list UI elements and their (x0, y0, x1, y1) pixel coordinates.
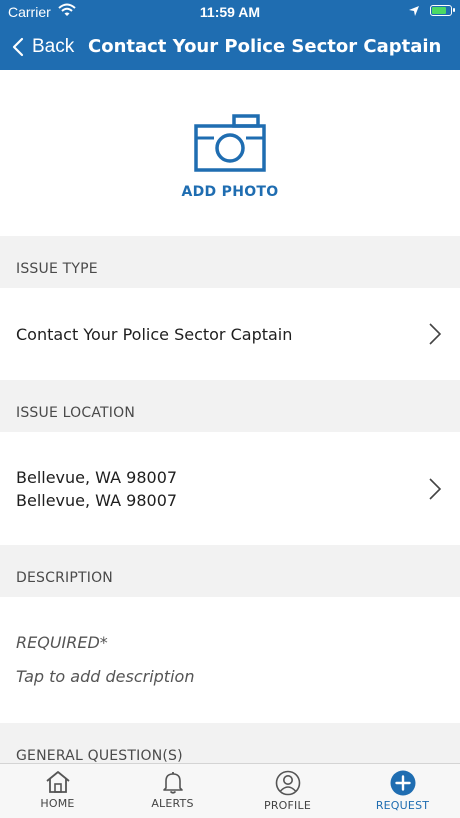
location-line-2: Bellevue, WA 98007 (16, 490, 178, 510)
tab-home-label: HOME (40, 797, 75, 810)
issue-type-header: ISSUE TYPE (0, 236, 460, 288)
tab-profile[interactable]: PROFILE (230, 764, 345, 818)
battery-icon (430, 5, 455, 16)
description-placeholder: Tap to add description (16, 667, 195, 686)
bell-icon (162, 772, 183, 794)
photo-area: ADD PHOTO (0, 70, 460, 236)
back-label: Back (32, 36, 75, 57)
general-questions-header: GENERAL QUESTION(S) (0, 723, 460, 764)
issue-location-header: ISSUE LOCATION (0, 380, 460, 432)
tab-profile-label: PROFILE (264, 799, 311, 812)
chevron-right-icon (429, 477, 442, 500)
camera-icon (194, 114, 266, 172)
issue-location-row[interactable]: Bellevue, WA 98007 Bellevue, WA 98007 (0, 432, 460, 545)
user-icon (275, 770, 300, 796)
tab-home[interactable]: HOME (0, 764, 115, 818)
chevron-left-icon (12, 37, 24, 57)
issue-type-value: Contact Your Police Sector Captain (16, 324, 293, 344)
nav-bar: Back Contact Your Police Sector Captain (0, 24, 460, 70)
tab-request[interactable]: REQUEST (345, 764, 460, 818)
form-content[interactable]: ADD PHOTO ISSUE TYPE Contact Your Police… (0, 70, 460, 764)
description-required-label: REQUIRED* (16, 633, 108, 652)
back-button[interactable]: Back (12, 24, 74, 70)
tab-request-label: REQUEST (375, 799, 430, 812)
clock: 11:59 AM (199, 4, 261, 20)
description-header: DESCRIPTION (0, 545, 460, 597)
issue-type-row[interactable]: Contact Your Police Sector Captain (0, 288, 460, 380)
tab-bar: HOME ALERTS PROFILE REQUEST (0, 763, 460, 818)
home-icon (45, 771, 70, 793)
location-arrow-icon (408, 4, 420, 20)
add-photo-label: ADD PHOTO (181, 184, 279, 200)
status-bar: Carrier 11:59 AM (0, 0, 460, 24)
description-field[interactable]: REQUIRED* Tap to add description (0, 597, 460, 723)
plus-circle-icon (390, 770, 415, 796)
add-photo-button[interactable]: ADD PHOTO (0, 114, 460, 200)
page-title: Contact Your Police Sector Captain (88, 36, 442, 57)
chevron-right-icon (429, 323, 442, 345)
location-line-1: Bellevue, WA 98007 (16, 467, 178, 487)
tab-alerts[interactable]: ALERTS (115, 764, 230, 818)
tab-alerts-label: ALERTS (151, 797, 194, 810)
